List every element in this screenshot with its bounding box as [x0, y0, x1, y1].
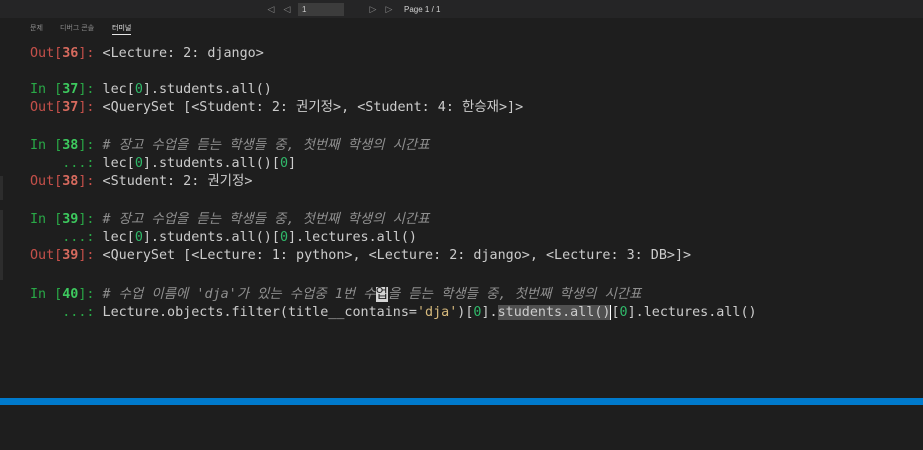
prompt-number: 39 [62, 212, 79, 227]
panel-tabs: 문제 디버그 콘솔 터미널 [0, 18, 923, 36]
page-navigator: ◁ ◁ ▷ ▷ Page 1 / 1 [266, 2, 440, 16]
panel-left-edge [0, 36, 3, 398]
prompt-number: 38 [62, 174, 79, 189]
in-prompt-close: ]: [78, 212, 95, 227]
console-line: Out[39]: <QuerySet [<Lecture: 1: python>… [30, 247, 691, 265]
console-line: ...: Lecture.objects.filter(title__conta… [30, 304, 757, 322]
code-text: ]. [481, 305, 498, 320]
continuation-prompt: ...: [30, 156, 95, 171]
tab-debug-console[interactable]: 디버그 콘솔 [60, 23, 94, 33]
status-bar [0, 398, 923, 405]
code-text: ].students.all()[ [142, 156, 280, 171]
selected-text: students.all() [497, 305, 611, 320]
editor-topbar: ◁ ◁ ▷ ▷ Page 1 / 1 [0, 0, 923, 18]
console-line: Out[37]: <QuerySet [<Student: 2: 권기정>, <… [30, 99, 523, 117]
code-text: ].lectures.all() [627, 305, 757, 320]
code-number: 0 [134, 82, 143, 97]
gutter-mark [0, 176, 3, 200]
code-text: lec[ [94, 230, 135, 245]
in-prompt: In [ [30, 138, 63, 153]
prompt-number: 37 [62, 82, 79, 97]
in-prompt: In [ [30, 287, 63, 302]
in-prompt: In [ [30, 82, 63, 97]
output-text: <Lecture: 2: django> [94, 46, 264, 61]
out-prompt-close: ]: [78, 100, 95, 115]
page-number-input[interactable] [298, 2, 344, 16]
code-comment: 을 듣는 학생들 중, 첫번째 학생의 시간표 [387, 287, 642, 302]
in-prompt-close: ]: [78, 138, 95, 153]
out-prompt-close: ]: [78, 248, 95, 263]
tab-problems[interactable]: 문제 [30, 23, 43, 33]
code-text: ].lectures.all() [288, 230, 417, 245]
code-comment: # 장고 수업을 듣는 학생들 중, 첫번째 학생의 시간표 [94, 212, 430, 227]
out-prompt: Out[ [30, 46, 63, 61]
console-line: Out[36]: <Lecture: 2: django> [30, 45, 264, 63]
prompt-number: 38 [62, 138, 79, 153]
out-prompt: Out[ [30, 174, 63, 189]
code-text: ].students.all() [142, 82, 272, 97]
text-cursor-block: 업 [375, 287, 388, 302]
code-comment: # 수업 이름에 'dja'가 있는 수업중 1번 수 [94, 287, 376, 302]
out-prompt-close: ]: [78, 174, 95, 189]
out-prompt: Out[ [30, 248, 63, 263]
console-line: In [38]: # 장고 수업을 듣는 학생들 중, 첫번째 학생의 시간표 [30, 137, 430, 155]
continuation-prompt: ...: [30, 230, 95, 245]
code-number: 0 [619, 305, 628, 320]
console-line: In [37]: lec[0].students.all() [30, 81, 272, 99]
terminal-output[interactable]: Out[36]: <Lecture: 2: django> In [37]: l… [30, 36, 920, 396]
console-line: Out[38]: <Student: 2: 권기정> [30, 173, 252, 191]
code-string: 'dja' [416, 305, 458, 320]
gutter-mark [0, 210, 3, 280]
console-line: In [39]: # 장고 수업을 듣는 학생들 중, 첫번째 학생의 시간표 [30, 211, 430, 229]
code-number: 0 [279, 156, 288, 171]
console-line: ...: lec[0].students.all()[0].lectures.a… [30, 229, 417, 247]
in-prompt-close: ]: [78, 82, 95, 97]
code-comment: # 장고 수업을 듣는 학생들 중, 첫번째 학생의 시간표 [94, 138, 430, 153]
last-page-icon[interactable]: ▷ [384, 4, 394, 15]
code-text: lec[ [94, 82, 135, 97]
continuation-prompt: ...: [30, 305, 95, 320]
prompt-number: 39 [62, 248, 79, 263]
out-prompt: Out[ [30, 100, 63, 115]
console-line: In [40]: # 수업 이름에 'dja'가 있는 수업중 1번 수업을 듣… [30, 286, 641, 304]
prompt-number: 36 [62, 46, 79, 61]
output-text: <Student: 2: 권기정> [94, 174, 253, 189]
next-page-icon[interactable]: ▷ [368, 4, 378, 15]
output-text: <QuerySet [<Lecture: 1: python>, <Lectur… [94, 248, 692, 263]
in-prompt: In [ [30, 212, 63, 227]
console-line: ...: lec[0].students.all()[0] [30, 155, 296, 173]
out-prompt-close: ]: [78, 46, 95, 61]
first-page-icon[interactable]: ◁ [266, 4, 276, 15]
code-text: Lecture.objects.filter(title__contains= [94, 305, 417, 320]
prompt-number: 40 [62, 287, 79, 302]
code-text: ].students.all()[ [142, 230, 280, 245]
code-text: [ [611, 305, 620, 320]
code-text: lec[ [94, 156, 135, 171]
output-text: <QuerySet [<Student: 2: 권기정>, <Student: … [94, 100, 524, 115]
tab-terminal[interactable]: 터미널 [112, 23, 132, 35]
code-number: 0 [279, 230, 288, 245]
code-text: ] [288, 156, 297, 171]
prompt-number: 37 [62, 100, 79, 115]
code-text: )[ [457, 305, 474, 320]
previous-page-icon[interactable]: ◁ [282, 4, 292, 15]
code-number: 0 [134, 156, 143, 171]
page-count-label: Page 1 / 1 [404, 4, 441, 14]
code-number: 0 [134, 230, 143, 245]
in-prompt-close: ]: [78, 287, 95, 302]
